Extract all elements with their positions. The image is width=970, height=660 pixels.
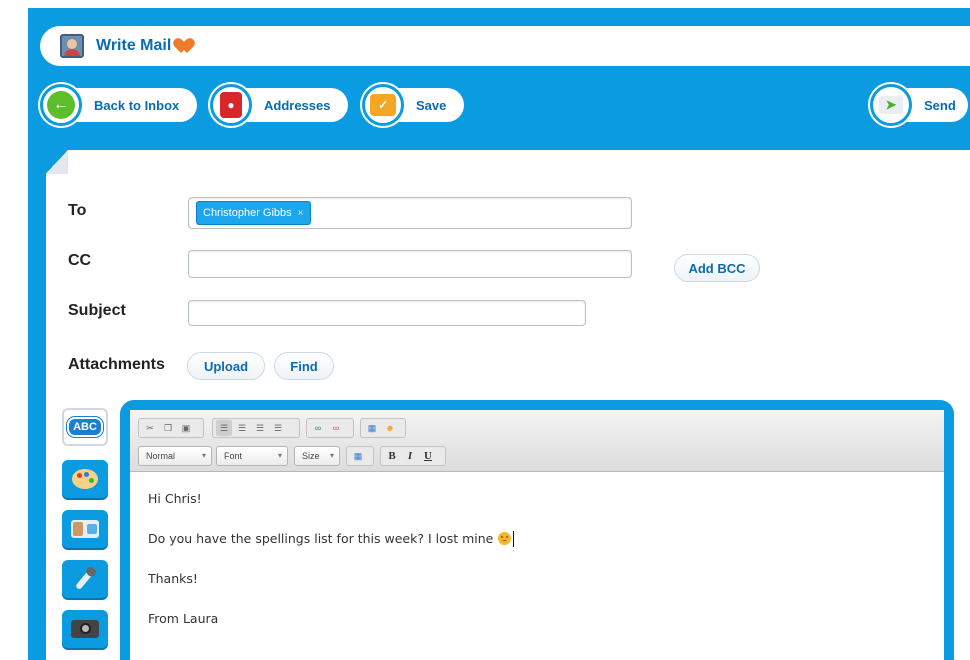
insert-group: ▦ ☻: [360, 418, 406, 438]
attachments-label: Attachments: [68, 356, 165, 373]
photo-button[interactable]: [62, 610, 108, 648]
chevron-down-icon: ▾: [277, 451, 282, 460]
addresses-label: Addresses: [238, 88, 349, 122]
text-caret: [513, 531, 515, 547]
body-line: Thanks!: [148, 571, 198, 586]
camera-icon: [71, 620, 99, 638]
find-button[interactable]: Find: [274, 352, 334, 380]
recipient-name: Christopher Gibbs: [203, 207, 292, 219]
color-group: ▦: [346, 446, 374, 466]
chevron-down-icon: ▾: [329, 451, 334, 460]
size-select-value: Size: [302, 451, 320, 461]
send-mail-icon: ➤: [870, 84, 912, 126]
recipient-chip[interactable]: Christopher Gibbs ×: [196, 201, 311, 225]
drawing-button[interactable]: [62, 460, 108, 498]
format-select[interactable]: Normal ▾: [138, 446, 212, 466]
italic-button[interactable]: I: [402, 448, 418, 464]
sad-face-icon: [498, 532, 512, 545]
to-label: To: [68, 202, 87, 219]
page-title: Write Mail: [96, 37, 172, 54]
heart-icon: [177, 39, 195, 53]
spellcheck-button[interactable]: ABC: [62, 408, 108, 446]
bold-button[interactable]: B: [384, 448, 400, 464]
rich-text-editor: ✂ ❐ ▣ ☰ ☰ ☰ ☰ ∞ ∞ ▦ ☻ Normal ▾ Font ▾ Si…: [130, 410, 944, 660]
remove-recipient-icon[interactable]: ×: [298, 208, 304, 219]
chevron-down-icon: ▾: [201, 451, 206, 460]
back-arrow-icon: ←: [40, 84, 82, 126]
video-button[interactable]: [62, 510, 108, 548]
body-line: From Laura: [148, 611, 219, 626]
body-line-text: Do you have the spellings list for this …: [148, 531, 494, 546]
paper-fold: [46, 150, 68, 174]
text-style-group: B I U: [380, 446, 446, 466]
align-center-icon[interactable]: ☰: [234, 420, 250, 436]
microphone-icon: [74, 565, 98, 591]
table-icon[interactable]: ▦: [364, 420, 380, 436]
clipboard-group: ✂ ❐ ▣: [138, 418, 204, 438]
subject-field[interactable]: [188, 300, 586, 326]
smiley-icon[interactable]: ☻: [382, 420, 398, 436]
editor-toolbar: ✂ ❐ ▣ ☰ ☰ ☰ ☰ ∞ ∞ ▦ ☻ Normal ▾ Font ▾ Si…: [130, 410, 944, 472]
align-left-icon[interactable]: ☰: [216, 420, 232, 436]
save-folder-icon: ✓: [362, 84, 404, 126]
abc-icon: ABC: [67, 417, 103, 437]
font-select[interactable]: Font ▾: [216, 446, 288, 466]
upload-button[interactable]: Upload: [187, 352, 265, 380]
link-icon[interactable]: ∞: [310, 420, 326, 436]
underline-button[interactable]: U: [420, 448, 436, 464]
back-to-inbox-button[interactable]: ← Back to Inbox: [40, 84, 198, 126]
unlink-icon[interactable]: ∞: [328, 420, 344, 436]
subject-label: Subject: [68, 302, 126, 319]
body-line: Do you have the spellings list for this …: [148, 531, 926, 571]
size-select[interactable]: Size ▾: [294, 446, 340, 466]
add-bcc-button[interactable]: Add BCC: [674, 254, 760, 282]
message-body[interactable]: Hi Chris! Do you have the spellings list…: [130, 473, 944, 660]
user-avatar-icon: [60, 34, 84, 58]
save-button[interactable]: ✓ Save: [362, 84, 465, 126]
link-group: ∞ ∞: [306, 418, 354, 438]
align-justify-icon[interactable]: ☰: [270, 420, 286, 436]
audio-record-button[interactable]: [62, 560, 108, 598]
addresses-button[interactable]: ● Addresses: [210, 84, 349, 126]
palette-icon: [72, 469, 98, 489]
cc-label: CC: [68, 252, 92, 269]
address-book-icon: ●: [210, 84, 252, 126]
format-select-value: Normal: [146, 451, 176, 461]
send-button[interactable]: ➤ Send: [870, 84, 968, 126]
cc-field[interactable]: [188, 250, 632, 278]
back-to-inbox-label: Back to Inbox: [68, 88, 198, 122]
align-right-icon[interactable]: ☰: [252, 420, 268, 436]
copy-icon[interactable]: ❐: [160, 420, 176, 436]
video-camera-icon: [71, 520, 99, 538]
title-bar: Write Mail: [40, 26, 970, 66]
text-color-icon[interactable]: ▦: [350, 448, 366, 464]
cut-icon[interactable]: ✂: [142, 420, 158, 436]
font-select-value: Font: [224, 451, 243, 461]
paste-icon[interactable]: ▣: [178, 420, 194, 436]
alignment-group: ☰ ☰ ☰ ☰: [212, 418, 300, 438]
body-line: Hi Chris!: [148, 491, 202, 506]
